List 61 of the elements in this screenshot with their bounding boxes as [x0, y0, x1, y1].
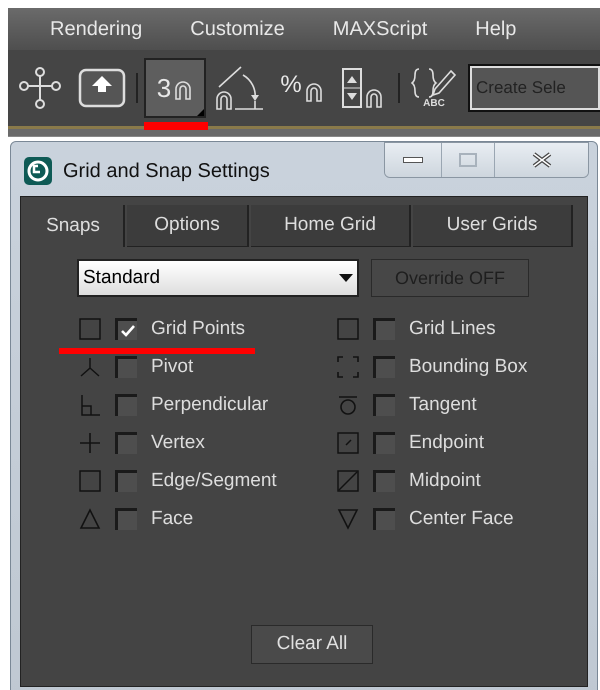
snap-label: Endpoint	[409, 430, 484, 455]
tab[interactable]: User Grids	[413, 205, 573, 247]
snap-label: Tangent	[409, 392, 477, 417]
toolbar-button[interactable]: %	[274, 58, 330, 118]
checkbox[interactable]	[373, 318, 395, 340]
checkbox[interactable]	[373, 508, 395, 530]
abc-label: ABC	[423, 99, 445, 109]
checkbox[interactable]	[115, 356, 137, 378]
close-icon	[530, 152, 552, 168]
check-icon	[120, 324, 134, 336]
close-button[interactable]	[495, 143, 588, 177]
snap-label: Vertex	[151, 430, 205, 455]
braces-pencil-icon	[411, 67, 457, 99]
menu-item[interactable]: Customize	[190, 14, 285, 44]
checkbox[interactable]	[115, 508, 137, 530]
snap-label: Pivot	[151, 354, 194, 379]
clear-all-button[interactable]: Clear All	[251, 625, 373, 664]
checkbox[interactable]	[115, 318, 137, 340]
tangent-icon	[337, 394, 359, 416]
checkbox[interactable]	[115, 394, 137, 416]
pivot-icon	[79, 356, 101, 378]
tab[interactable]: Options	[127, 205, 249, 247]
preset-dropdown[interactable]: Standard	[77, 259, 359, 297]
hierarchy-icon	[16, 64, 64, 112]
square-icon	[337, 318, 359, 340]
snap-label: Grid Points	[151, 316, 245, 341]
toolbar-button[interactable]: ABC	[406, 58, 462, 118]
checkbox[interactable]	[373, 394, 395, 416]
snap-label: Midpoint	[409, 468, 481, 493]
snap-label: 3	[156, 75, 172, 101]
tab[interactable]: Home Grid	[251, 205, 411, 247]
checkbox[interactable]	[115, 470, 137, 492]
menu-item[interactable]: MAXScript	[332, 14, 428, 44]
bounding-box-icon	[337, 356, 359, 378]
snap-label: Perpendicular	[151, 392, 268, 417]
dropdown-arrow-icon	[339, 274, 353, 282]
checkbox[interactable]	[115, 432, 137, 454]
snap-label: Face	[151, 506, 194, 531]
menu-item[interactable]: Rendering	[50, 14, 142, 44]
snap-label: Bounding Box	[409, 354, 528, 379]
midpoint-icon	[337, 470, 359, 492]
menu-item[interactable]: Help	[475, 14, 516, 44]
plus-icon	[79, 432, 101, 454]
inverted-triangle-icon	[337, 508, 359, 530]
minimize-button[interactable]	[385, 143, 442, 177]
triangle-icon	[79, 508, 101, 530]
snap-label: Edge/Segment	[151, 468, 277, 493]
checkbox[interactable]	[373, 432, 395, 454]
app-logo-icon	[23, 156, 53, 186]
angle-snap-icon	[215, 65, 265, 111]
perpendicular-icon	[79, 394, 101, 416]
percent-label: %	[280, 73, 302, 97]
checkbox[interactable]	[373, 356, 395, 378]
square-icon	[79, 318, 101, 340]
snap-label: Grid Lines	[409, 316, 496, 341]
endpoint-icon	[337, 432, 359, 454]
checkbox[interactable]	[373, 470, 395, 492]
snap-label: Center Face	[409, 506, 514, 531]
upload-icon	[78, 68, 126, 108]
square-icon	[79, 470, 101, 492]
window-title: Grid and Snap Settings	[63, 159, 270, 184]
